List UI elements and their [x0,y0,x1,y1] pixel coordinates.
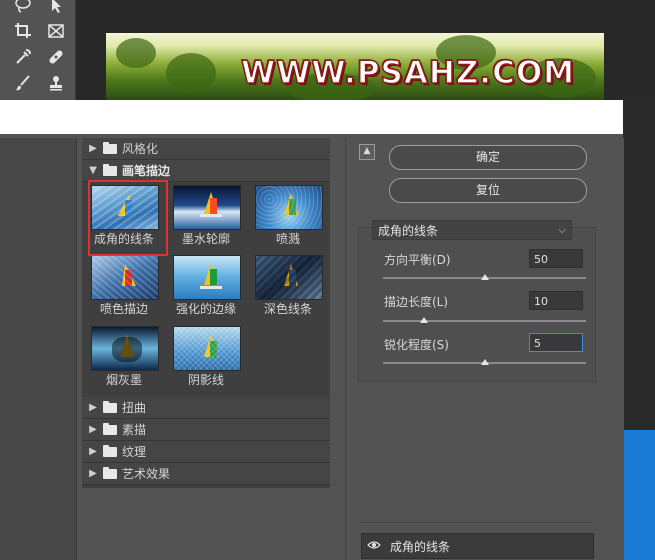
toolbar [0,0,76,100]
eye-icon[interactable] [362,539,386,553]
expand-arrow-icon: ▶ [89,446,97,457]
filter-gallery: ▶ 风格化 ▼ 画笔描边 成角的线条 墨水轮廓 喷溅 喷色描边 强化的边缘 深色… [82,138,330,488]
thumb-ink-outlines[interactable]: 墨水轮廓 [173,185,241,247]
stamp-icon[interactable] [45,72,67,94]
reset-button[interactable]: 复位 [389,178,587,203]
thumb-label: 喷溅 [275,232,300,246]
thumb-sprayed-strokes[interactable]: 喷色描边 [91,255,159,317]
frame-icon[interactable] [45,20,67,42]
expand-arrow-icon: ▶ [89,468,97,479]
sharpness-input[interactable]: 5 [529,333,583,352]
magic-wand-icon[interactable] [45,0,67,16]
folder-icon [103,400,117,413]
desktop-edge [623,430,655,560]
thumb-label: 烟灰墨 [105,373,142,387]
thumb-dark-strokes[interactable]: 深色线条 [255,255,323,317]
thumb-label: 深色线条 [263,302,312,316]
category-label: 扭曲 [122,401,147,415]
collapse-gallery-icon[interactable]: ▲ [359,144,375,160]
thumb-spatter[interactable]: 喷溅 [255,185,323,247]
selected-thumb-highlight [88,180,168,256]
expand-arrow-icon: ▶ [89,143,97,154]
thumb-sumi-e[interactable]: 烟灰墨 [91,326,159,388]
category-label: 素描 [122,423,147,437]
thumb-image [173,255,241,300]
expand-arrow-icon: ▶ [89,424,97,435]
thumb-crosshatch[interactable]: 阴影线 [173,326,241,388]
category-label: 纹理 [122,445,147,459]
stroke-length-slider[interactable] [383,320,586,322]
category-sketch[interactable]: ▶ 素描 [82,419,330,441]
dialog-title-bar [0,100,623,134]
folder-icon [103,444,117,457]
collapse-arrow-icon: ▼ [89,165,97,176]
filter-select[interactable]: 成角的线条 ⌵ [372,220,572,240]
right-edge [623,100,655,430]
healing-icon[interactable] [45,46,67,68]
thumb-image [173,185,241,230]
thumb-image [255,185,323,230]
eyedropper-icon[interactable] [12,46,34,68]
stroke-length-input[interactable]: 10 [529,291,583,310]
slider-knob[interactable] [480,359,489,365]
folder-icon [103,141,117,154]
category-texture[interactable]: ▶ 纹理 [82,441,330,463]
category-distort[interactable]: ▶ 扭曲 [82,397,330,419]
thumb-image [91,326,159,371]
param-label-sharpness: 锐化程度(S) [384,338,449,352]
chevron-down-icon: ⌵ [558,225,566,236]
divider [358,522,594,523]
crop-icon[interactable] [12,20,34,42]
param-label-stroke-length: 描边长度(L) [384,295,449,309]
thumb-label: 喷色描边 [99,302,148,316]
expand-arrow-icon: ▶ [89,402,97,413]
category-artistic[interactable]: ▶ 艺术效果 [82,463,330,485]
preview-pane[interactable] [0,138,77,560]
watermark-text: WWW.PSAHZ.COM [240,54,576,92]
folder-icon [103,466,117,479]
effect-layer-row[interactable]: 成角的线条 [361,533,594,559]
thumb-image [91,255,159,300]
gallery-empty-area [82,488,330,560]
brush-icon[interactable] [12,72,34,94]
thumb-image [173,326,241,371]
slider-knob[interactable] [480,274,489,280]
filter-select-value: 成角的线条 [378,224,439,238]
canvas-image: WWW.PSAHZ.COM [106,33,604,100]
folder-icon [103,163,117,176]
effect-layer-name: 成角的线条 [390,539,451,554]
direction-balance-input[interactable]: 50 [529,249,583,268]
thumb-image [255,255,323,300]
category-brush-strokes[interactable]: ▼ 画笔描边 [82,160,330,182]
thumb-label: 墨水轮廓 [181,232,230,246]
category-label: 画笔描边 [122,164,171,178]
folder-icon [103,422,117,435]
category-label: 艺术效果 [122,467,171,481]
slider-knob[interactable] [419,317,428,323]
thumb-label: 强化的边缘 [175,302,236,316]
thumb-label: 阴影线 [187,373,224,387]
category-label: 风格化 [122,142,159,156]
thumb-accented-edges[interactable]: 强化的边缘 [173,255,241,317]
ok-button[interactable]: 确定 [389,145,587,170]
category-stylize[interactable]: ▶ 风格化 [82,138,330,160]
param-label-direction-balance: 方向平衡(D) [384,253,451,267]
lasso-icon[interactable] [12,0,34,16]
